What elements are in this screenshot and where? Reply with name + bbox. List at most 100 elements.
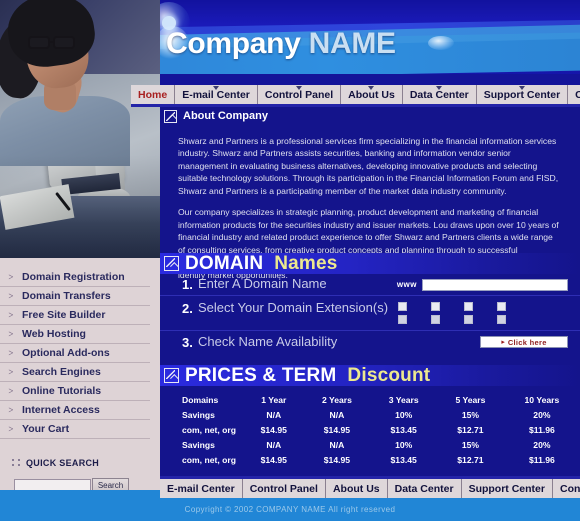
nav-label: Data Center [409, 88, 469, 101]
www-prefix-label: www [396, 280, 417, 289]
domain-heading-main: DOMAIN [185, 252, 264, 274]
cell: $12.71 [457, 424, 484, 435]
footer-nav-label: Contact Us [559, 482, 580, 495]
hero-photo-woman-at-computer [0, 0, 160, 258]
domain-heading-accent: Names [274, 252, 338, 274]
domain-extension-checkbox-group[interactable] [398, 299, 519, 327]
cell: $11.96 [529, 454, 555, 465]
nav-item-support-center[interactable]: Support Center [477, 85, 569, 104]
footer-nav-item-email-center[interactable]: E-mail Center [160, 479, 243, 498]
nav-label: Support Center [483, 88, 561, 101]
step-3-label: Check Name Availability [198, 333, 338, 349]
step-1-number: 1. [182, 277, 193, 292]
sidebar-menu[interactable]: > Domain Registration > Domain Transfers… [0, 268, 150, 439]
step-2-number: 2. [182, 301, 193, 316]
table-row: Savings N/A N/A 10% 15% 20% [160, 407, 580, 422]
dots-icon [12, 459, 21, 467]
footer-navigation[interactable]: E-mail Center Control Panel About Us Dat… [160, 479, 580, 498]
prices-terms-heading: PRICES & TERM Discount [185, 365, 430, 387]
cell: 10% [395, 439, 413, 450]
footer-nav-item-about-us[interactable]: About Us [326, 479, 388, 498]
arrow-bullet-icon: > [8, 272, 14, 282]
sidebar-item-online-tutorials[interactable]: > Online Tutorials [0, 382, 150, 401]
sidebar-item-internet-access[interactable]: > Internet Access [0, 401, 150, 420]
check-availability-label: Click here [507, 337, 547, 347]
sidebar-item-free-site-builder[interactable]: > Free Site Builder [0, 306, 150, 325]
page-root: Company NAME Home E-mail Center Control … [0, 0, 580, 521]
cell: com, net, org [182, 454, 236, 465]
chevron-down-icon [436, 86, 443, 90]
nav-item-contact-us[interactable]: Contact Us [568, 85, 580, 104]
logo-word-company: Company [166, 27, 301, 60]
table-row: com, net, org $14.95 $14.95 $13.45 $12.7… [160, 452, 580, 467]
footer-nav-label: Support Center [468, 482, 545, 495]
footer-nav-item-support-center[interactable]: Support Center [462, 479, 553, 498]
sidebar-item-label: Domain Transfers [22, 290, 111, 302]
sidebar-item-label: Online Tutorials [22, 385, 102, 397]
check-availability-button[interactable]: ▸ Click here [480, 336, 568, 348]
column-header: 2 Years [321, 394, 352, 405]
nav-item-about-us[interactable]: About Us [341, 85, 403, 104]
nav-label: Contact Us [575, 88, 580, 101]
nav-label: Control Panel [264, 88, 334, 101]
arrow-bullet-icon: > [8, 424, 14, 434]
sidebar-item-label: Search Engines [22, 366, 101, 378]
arrow-bullet-icon: > [8, 348, 14, 358]
footer-nav-item-contact-us[interactable]: Contact Us [553, 479, 580, 498]
sidebar-item-label: Web Hosting [22, 328, 86, 340]
chevron-down-icon [518, 86, 525, 90]
arrow-bullet-icon: > [8, 367, 14, 377]
cell: Savings [182, 409, 215, 420]
main-content: About Company Shwarz and Partners is a p… [160, 107, 580, 476]
footer-nav-item-data-center[interactable]: Data Center [388, 479, 462, 498]
chevron-down-icon [296, 86, 302, 90]
step-3-number: 3. [182, 334, 193, 350]
sidebar-item-label: Domain Registration [22, 271, 125, 283]
prices-terms-header: PRICES & TERM Discount [160, 365, 580, 386]
extension-checkbox-3[interactable] [464, 302, 473, 311]
nav-label: Home [138, 88, 168, 101]
quick-search-panel: QUICK SEARCH Search [0, 454, 150, 493]
footer-nav-item-control-panel[interactable]: Control Panel [243, 479, 326, 498]
sidebar-item-label: Your Cart [22, 423, 70, 435]
nav-item-data-center[interactable]: Data Center [403, 85, 477, 104]
domain-step-3: 3. Check Name Availability ▸ Click here [160, 331, 580, 353]
about-company-header: About Company [160, 107, 580, 125]
footer-bar: Copyright © 2002 COMPANY NAME All right … [0, 498, 580, 521]
sidebar-bottom-accent [0, 490, 160, 498]
cell: $13.45 [390, 454, 417, 465]
sidebar-item-web-hosting[interactable]: > Web Hosting [0, 325, 150, 344]
nav-item-home[interactable]: Home [131, 85, 176, 104]
cell: $14.95 [323, 424, 351, 435]
prices-terms-section: PRICES & TERM Discount Domains 1 Year 2 … [160, 365, 580, 467]
sidebar-item-domain-registration[interactable]: > Domain Registration [0, 268, 150, 287]
cell: Savings [182, 439, 215, 450]
copyright-text: Copyright © 2002 COMPANY NAME All right … [184, 505, 396, 514]
sidebar-item-domain-transfers[interactable]: > Domain Transfers [0, 287, 150, 306]
play-arrow-icon: ▸ [501, 338, 505, 346]
chevron-down-icon [213, 86, 220, 90]
domain-name-input[interactable] [422, 278, 568, 291]
quick-search-title: QUICK SEARCH [0, 454, 150, 472]
arrow-bullet-icon: > [8, 405, 14, 415]
extension-checkbox-6[interactable] [431, 315, 440, 324]
arrow-corner-icon [164, 256, 179, 271]
nav-item-email-center[interactable]: E-mail Center [175, 85, 258, 104]
extension-checkbox-7[interactable] [464, 315, 473, 324]
extension-checkbox-1[interactable] [398, 302, 407, 311]
sidebar-item-label: Free Site Builder [22, 309, 106, 321]
extension-checkbox-8[interactable] [497, 315, 506, 324]
sidebar-item-search-engines[interactable]: > Search Engines [0, 363, 150, 382]
sidebar-item-optional-add-ons[interactable]: > Optional Add-ons [0, 344, 150, 363]
extension-checkbox-2[interactable] [431, 302, 440, 311]
primary-navigation[interactable]: Home E-mail Center Control Panel About U… [131, 85, 580, 104]
extension-checkbox-4[interactable] [497, 302, 506, 311]
extension-checkbox-5[interactable] [398, 315, 407, 324]
sidebar-item-label: Internet Access [22, 404, 100, 416]
cell: 10% [395, 409, 413, 420]
nav-label: About Us [348, 88, 395, 101]
nav-item-control-panel[interactable]: Control Panel [258, 85, 342, 104]
step-2-label: Select Your Domain Extension(s) [198, 300, 389, 315]
sidebar-item-your-cart[interactable]: > Your Cart [0, 420, 150, 439]
cell: $11.96 [529, 424, 555, 435]
